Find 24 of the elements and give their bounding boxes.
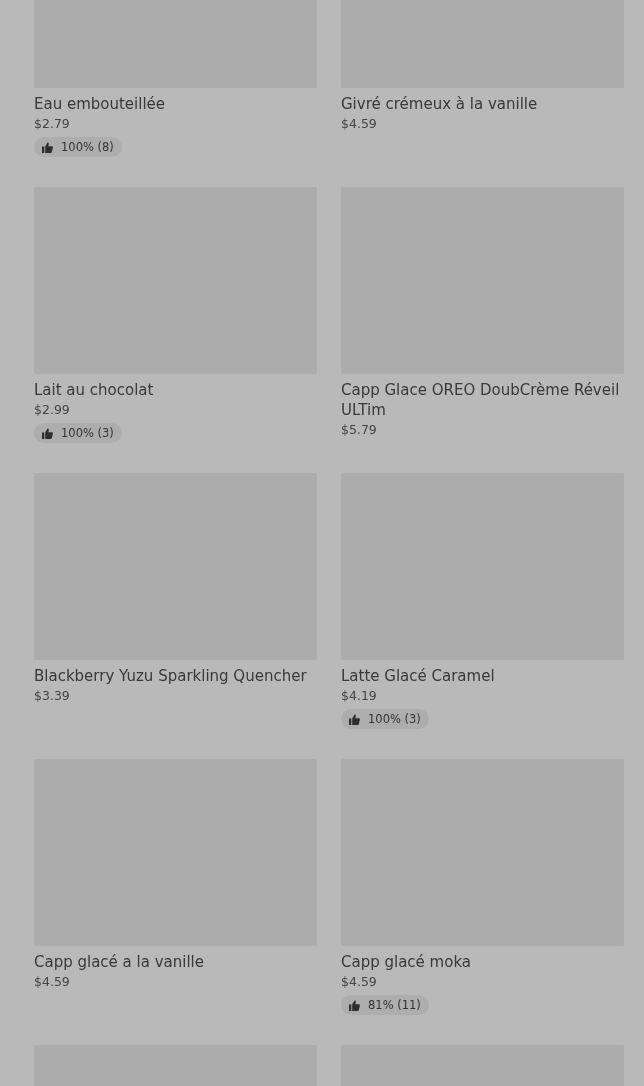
- product-name[interactable]: Blackberry Yuzu Sparkling Quencher: [34, 666, 317, 686]
- product-name[interactable]: Capp glacé a la vanille: [34, 952, 317, 972]
- product-name[interactable]: Capp glacé moka: [341, 952, 624, 972]
- product-price: $2.79: [34, 116, 71, 131]
- thumbs-up-icon: [42, 427, 53, 439]
- rating-badge: 100% (3): [341, 709, 429, 729]
- thumbs-up-icon: [349, 713, 360, 725]
- product-price: $4.59: [34, 974, 71, 989]
- product-name[interactable]: Eau embouteillée: [34, 94, 317, 114]
- product-price: $3.39: [34, 688, 71, 703]
- rating-badge: 100% (8): [34, 137, 122, 157]
- thumbs-up-icon: [349, 999, 360, 1011]
- product-price: $5.79: [341, 422, 378, 437]
- product-name[interactable]: Capp Glace OREO DoubCrème Réveil ULTim: [341, 380, 624, 420]
- product-name[interactable]: Givré crémeux à la vanille: [341, 94, 624, 114]
- product-name[interactable]: Latte Glacé Caramel: [341, 666, 624, 686]
- product-price: $4.59: [341, 116, 378, 131]
- product-price: $4.59: [341, 974, 378, 989]
- product-name[interactable]: Lait au chocolat: [34, 380, 317, 400]
- rating-badge: 81% (11): [341, 995, 429, 1015]
- product-price: $2.99: [34, 402, 71, 417]
- thumbs-up-icon: [42, 141, 53, 153]
- product-price: $4.19: [341, 688, 378, 703]
- rating-badge: 100% (3): [34, 423, 122, 443]
